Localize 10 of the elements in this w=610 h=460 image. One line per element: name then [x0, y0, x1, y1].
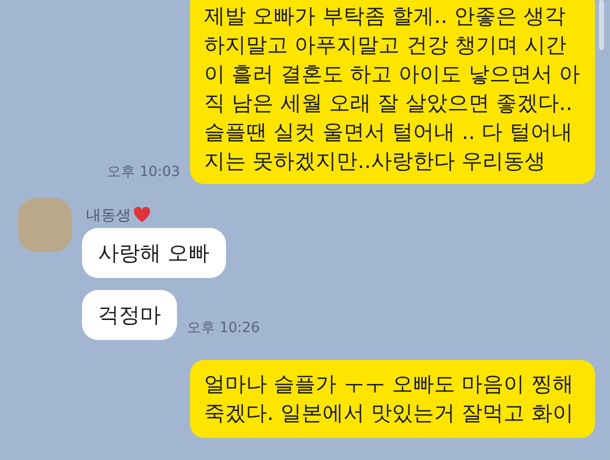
avatar-placeholder [18, 198, 72, 252]
received-message-bubble: 사랑해 오빠 [82, 228, 226, 278]
sent-message-bubble: 제발 오빠가 부탁좀 할게.. 안좋은 생각 하지말고 아푸지말고 건강 챙기며 시간 이 흘러 결혼도 하고 아이도 낳으면서 아 직 남은 세월 오래 잘 살았으면 좋겠다.. 슬플땐 실컷 울면서 털어내 .. 다 털어내 지는 못하겠지만..사랑한다 우리동생 [190, 0, 595, 184]
sender-name: 내동생 [86, 205, 131, 226]
sent-message-bubble: 얼마나 슬플가 ㅜㅜ 오빠도 마음이 찡해 죽겠다. 일본에서 맛있는거 잘먹고 화이 [190, 360, 595, 438]
scrollbar [599, 0, 604, 50]
message-time: 오후 10:26 [187, 319, 260, 338]
heart-icon [133, 207, 151, 224]
received-message-bubble: 걱정마 [82, 290, 177, 340]
message-time: 오후 10:03 [107, 163, 180, 182]
